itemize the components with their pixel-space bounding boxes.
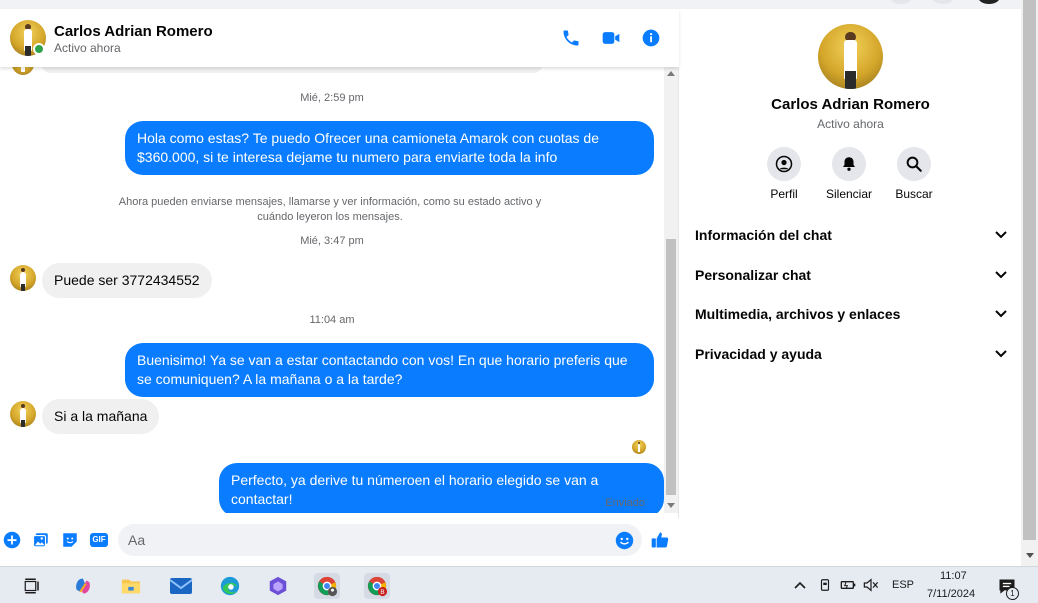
photo-icon[interactable]: [31, 530, 51, 550]
incoming-message[interactable]: Si a la mañana: [42, 399, 160, 434]
sent-status: Enviado: [605, 497, 645, 509]
mute-button[interactable]: Silenciar: [814, 147, 884, 201]
gif-label: GIF: [90, 533, 108, 547]
profile-status: Activo ahora: [817, 117, 884, 131]
read-receipt-avatar: [632, 440, 646, 454]
account-avatar[interactable]: [978, 0, 1000, 4]
contact-name[interactable]: Carlos Adrian Romero: [54, 23, 213, 40]
message-scrollbar[interactable]: [664, 67, 678, 513]
profile-name: Carlos Adrian Romero: [771, 96, 930, 113]
scroll-up-arrow[interactable]: [667, 71, 675, 76]
timestamp: Mié, 3:47 pm: [300, 235, 364, 247]
online-status-dot: [33, 43, 45, 55]
timestamp: 11:04 am: [309, 314, 355, 326]
conversation-pane: Carlos Adrian Romero Activo ahora Mié, 2…: [0, 9, 679, 566]
thumbs-up-icon[interactable]: [650, 530, 670, 550]
message-input[interactable]: [118, 524, 642, 556]
windows-taskbar: B ESP 11:07 7/11/2024 1: [0, 566, 1038, 603]
video-call-icon[interactable]: [600, 27, 622, 49]
chevron-up-icon[interactable]: [792, 577, 808, 593]
profile-icon: [767, 147, 801, 181]
section-privacy-support[interactable]: Privacidad y ayuda: [695, 342, 1007, 366]
chrome-profile-icon[interactable]: [314, 573, 340, 599]
page-scroll-down-arrow[interactable]: [1026, 553, 1034, 558]
notifications-icon[interactable]: 1: [996, 576, 1019, 600]
chevron-down-icon: [995, 350, 1007, 358]
gif-icon[interactable]: GIF: [89, 530, 109, 550]
message-avatar: [10, 265, 36, 291]
incoming-message[interactable]: Puede ser 3772434552: [42, 263, 212, 298]
timestamp: Mié, 2:59 pm: [300, 92, 364, 104]
toolbar-button[interactable]: [932, 0, 954, 4]
search-icon: [897, 147, 931, 181]
section-label: Privacidad y ayuda: [695, 346, 822, 362]
chevron-down-icon: [995, 231, 1007, 239]
clock-date[interactable]: 7/11/2024: [927, 588, 975, 600]
profile-label: Perfil: [770, 187, 798, 201]
battery-icon[interactable]: [840, 577, 856, 593]
section-label: Información del chat: [695, 227, 832, 243]
mail-icon[interactable]: [168, 573, 194, 599]
chat-info-panel: Carlos Adrian Romero Activo ahora Perfil…: [680, 9, 1021, 566]
chevron-down-icon: [995, 310, 1007, 318]
message-avatar: [10, 401, 36, 427]
sticker-icon[interactable]: [60, 530, 80, 550]
section-label: Personalizar chat: [695, 267, 811, 283]
scroll-down-arrow[interactable]: [667, 503, 675, 508]
scrollbar-thumb[interactable]: [666, 239, 676, 495]
outgoing-message[interactable]: Buenisimo! Ya se van a estar contactando…: [125, 343, 654, 397]
input-language[interactable]: ESP: [892, 579, 914, 591]
bell-icon: [832, 147, 866, 181]
search-label: Buscar: [895, 187, 933, 201]
emoji-icon[interactable]: [614, 530, 634, 550]
phone-icon[interactable]: [560, 27, 582, 49]
svg-text:B: B: [380, 589, 384, 596]
plus-icon[interactable]: [2, 530, 22, 550]
chrome-icon[interactable]: B: [364, 573, 390, 599]
copilot-icon[interactable]: [70, 573, 96, 599]
notification-count-badge: 1: [1006, 587, 1019, 600]
task-view-icon[interactable]: [19, 573, 45, 599]
page-scrollbar[interactable]: [1021, 0, 1038, 566]
conversation-header: Carlos Adrian Romero Activo ahora: [0, 9, 679, 67]
speaker-muted-icon[interactable]: [863, 577, 879, 593]
previous-message-bubble: [42, 67, 542, 73]
info-icon[interactable]: [640, 27, 662, 49]
teams-icon[interactable]: [265, 573, 291, 599]
chevron-down-icon: [995, 271, 1007, 279]
mute-label: Silenciar: [825, 187, 873, 201]
message-avatar: [12, 67, 34, 75]
system-notice: Ahora pueden enviarse mensajes, llamarse…: [118, 196, 542, 223]
search-button[interactable]: Buscar: [879, 147, 949, 201]
device-icon[interactable]: [817, 577, 833, 593]
edge-icon[interactable]: [217, 573, 243, 599]
contact-status: Activo ahora: [54, 41, 121, 55]
section-chat-info[interactable]: Información del chat: [695, 223, 1007, 247]
file-explorer-icon[interactable]: [118, 573, 144, 599]
outgoing-message[interactable]: Perfecto, ya derive tu númeroen el horar…: [219, 463, 664, 513]
composer: GIF: [0, 518, 679, 566]
message-list[interactable]: Mié, 2:59 pm Hola como estas? Te puedo O…: [0, 67, 664, 513]
toolbar-button[interactable]: [890, 0, 912, 4]
page-scrollbar-thumb[interactable]: [1023, 0, 1036, 540]
section-media-files-links[interactable]: Multimedia, archivos y enlaces: [695, 302, 1007, 326]
section-customize-chat[interactable]: Personalizar chat: [695, 263, 1007, 287]
browser-top-strip: [0, 0, 1038, 9]
section-label: Multimedia, archivos y enlaces: [695, 306, 901, 322]
profile-avatar[interactable]: [818, 24, 883, 89]
clock-time[interactable]: 11:07: [940, 570, 967, 582]
profile-button[interactable]: Perfil: [749, 147, 819, 201]
outgoing-message[interactable]: Hola como estas? Te puedo Ofrecer una ca…: [125, 121, 654, 175]
